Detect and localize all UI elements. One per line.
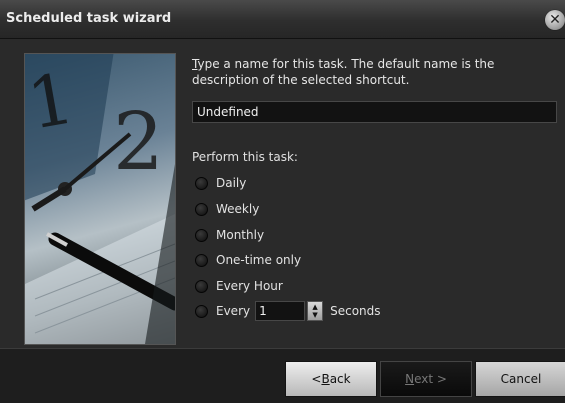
cancel-button[interactable]: Cancel (475, 361, 565, 397)
option-every-label: Every (216, 304, 251, 318)
every-seconds-input[interactable] (255, 301, 306, 321)
seconds-label: Seconds (330, 304, 381, 318)
radio-one-time[interactable] (195, 253, 208, 267)
back-accel: B (321, 372, 330, 386)
option-weekly[interactable]: Weekly (195, 200, 259, 218)
option-one-time[interactable]: One-time only (195, 251, 301, 269)
spinner-down-icon[interactable]: ▼ (312, 311, 317, 319)
perform-task-label: Perform this task: (192, 150, 298, 164)
option-weekly-label: Weekly (216, 202, 260, 216)
radio-every-hour[interactable] (195, 279, 208, 293)
option-daily-label: Daily (216, 176, 247, 190)
radio-weekly[interactable] (195, 202, 208, 216)
window-title: Scheduled task wizard (6, 11, 172, 26)
task-name-input[interactable] (192, 101, 557, 123)
back-button[interactable]: < Back (285, 361, 377, 397)
option-every-hour-label: Every Hour (216, 279, 283, 293)
seconds-spinner[interactable]: ▲ ▼ (307, 301, 324, 321)
spinner-up-icon[interactable]: ▲ (312, 303, 317, 311)
back-rest: ack (329, 372, 351, 386)
option-every-seconds[interactable]: Every ▲ ▼ Seconds (195, 300, 381, 322)
close-icon[interactable]: ✕ (545, 10, 565, 30)
option-monthly[interactable]: Monthly (195, 226, 264, 244)
next-button[interactable]: Next > (380, 361, 472, 397)
title-bar: Scheduled task wizard ✕ (0, 0, 565, 39)
option-one-time-label: One-time only (216, 253, 302, 267)
radio-monthly[interactable] (195, 228, 208, 242)
instruction-text: Type a name for this task. The default n… (192, 56, 542, 88)
clock-pen-illustration: 1 2 (25, 54, 175, 344)
next-accel: N (405, 372, 415, 386)
option-every-hour[interactable]: Every Hour (195, 277, 283, 295)
radio-every-seconds[interactable] (195, 304, 208, 318)
radio-daily[interactable] (195, 176, 208, 190)
next-rest: ext > (414, 372, 447, 386)
instruction-rest: ype a name for this task. The default na… (192, 57, 495, 87)
clock-pen-image: 1 2 (24, 53, 176, 345)
back-prefix: < (311, 372, 322, 386)
option-daily[interactable]: Daily (195, 174, 246, 192)
option-monthly-label: Monthly (216, 228, 265, 242)
